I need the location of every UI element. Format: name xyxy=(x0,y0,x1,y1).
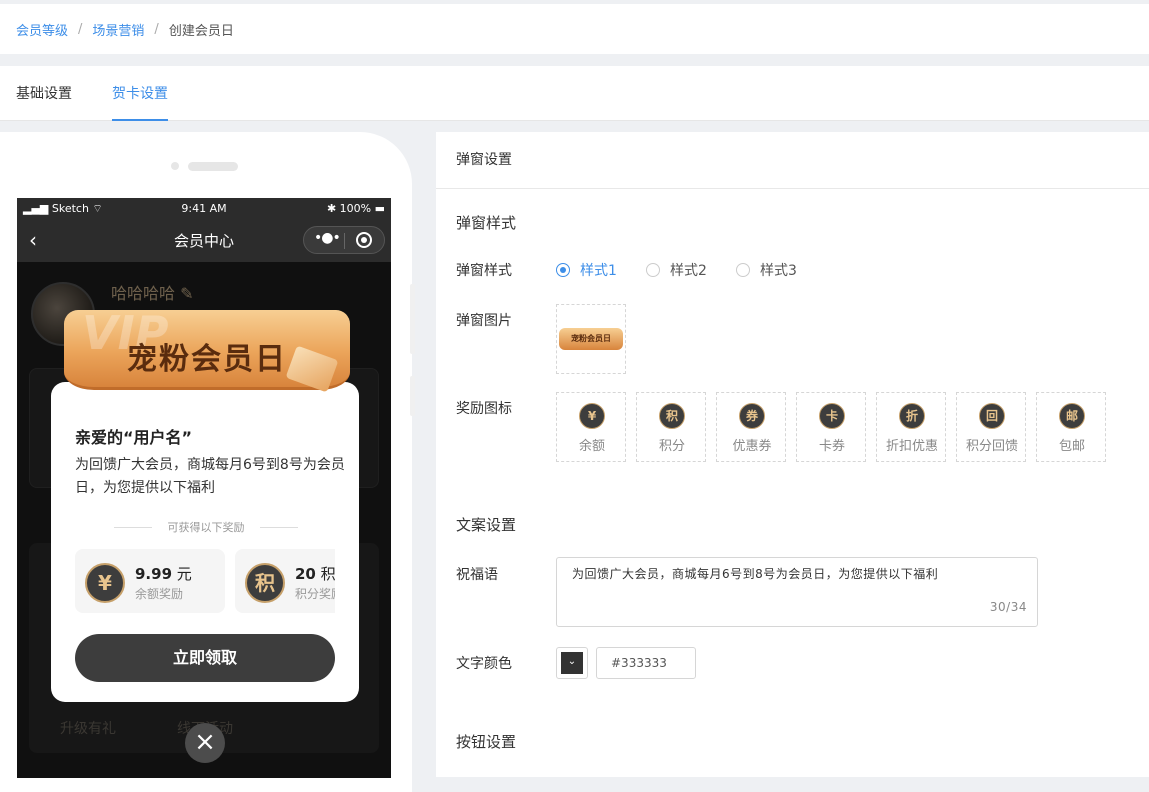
reward-card: 积 20 积分 积分奖励 xyxy=(235,549,335,613)
phone-side-button xyxy=(410,376,415,416)
icon-option-coupon[interactable]: 券 优惠券 xyxy=(716,392,786,462)
tab-bar: 基础设置 贺卡设置 xyxy=(0,66,1149,121)
reward-divider: 可获得以下奖励 xyxy=(114,519,298,535)
blessing-textarea[interactable]: 为回馈广大会员，商城每月6号到8号为会员日，为您提供以下福利 30/34 xyxy=(556,557,1038,627)
reward-value: 20 积分 xyxy=(295,565,335,583)
popup-image-upload[interactable]: 宠粉会员日 xyxy=(556,304,626,374)
radio-icon xyxy=(646,263,660,277)
char-counter: 30/34 xyxy=(989,600,1027,614)
icon-option-label: 积分 xyxy=(658,439,685,454)
popup-settings-panel: 弹窗设置 弹窗样式 弹窗样式 样式1 样式2 样式3 弹窗图片 宠粉会员日 奖励… xyxy=(436,132,1149,777)
reward-list[interactable]: ¥ 9.99 元 余额奖励 积 20 积分 积分奖励 xyxy=(75,549,335,613)
style-radio-3[interactable]: 样式3 xyxy=(736,260,797,280)
panel-title: 弹窗设置 xyxy=(436,132,1149,189)
color-hex-input[interactable]: #333333 xyxy=(596,647,696,679)
reward-desc: 余额奖励 xyxy=(135,587,184,601)
tab-basic-settings[interactable]: 基础设置 xyxy=(16,66,72,121)
section-popup-style: 弹窗样式 xyxy=(456,214,517,232)
points-reward-icon: 回 xyxy=(979,403,1005,429)
icon-option-label: 积分回馈 xyxy=(965,439,1018,454)
discount-icon: 折 xyxy=(899,403,925,429)
popup-image-thumbnail: 宠粉会员日 xyxy=(559,328,623,350)
style-radio-1[interactable]: 样式1 xyxy=(556,260,617,280)
icon-option-label: 优惠券 xyxy=(732,439,772,454)
icon-option-free-shipping[interactable]: 邮 包邮 xyxy=(1036,392,1106,462)
icon-option-points-reward[interactable]: 回 积分回馈 xyxy=(956,392,1026,462)
status-battery: ✱ 100% ▬ xyxy=(326,202,385,215)
tab-card-settings[interactable]: 贺卡设置 xyxy=(112,66,168,121)
phone-camera xyxy=(171,162,179,170)
icon-option-balance[interactable]: ¥ 余额 xyxy=(556,392,626,462)
points-icon: 积 xyxy=(245,563,285,603)
balance-bag-icon: ¥ xyxy=(85,563,125,603)
style-label: 弹窗样式 xyxy=(456,263,512,279)
popup-message: 为回馈广大会员，商城每月6号到8号为会员日，为您提供以下福利 xyxy=(75,457,345,496)
close-icon[interactable]: × xyxy=(185,723,225,763)
points-icon: 积 xyxy=(659,403,685,429)
text-color-label: 文字颜色 xyxy=(456,656,512,672)
icon-option-label: 包邮 xyxy=(1058,439,1085,454)
style-radio-2[interactable]: 样式2 xyxy=(646,260,707,280)
capsule-divider xyxy=(344,233,345,249)
radio-checked-icon xyxy=(556,263,570,277)
icon-option-label: 折扣优惠 xyxy=(885,439,938,454)
balance-bag-icon: ¥ xyxy=(579,403,605,429)
coupon-icon: 券 xyxy=(739,403,765,429)
phone-speaker xyxy=(188,162,238,171)
mini-program-navbar: ‹ 会员中心 •●• xyxy=(17,218,391,262)
blessing-text: 为回馈广大会员，商城每月6号到8号为会员日，为您提供以下福利 xyxy=(572,567,939,581)
chevron-down-icon: ⌄ xyxy=(561,652,583,674)
reward-card: ¥ 9.99 元 余额奖励 xyxy=(75,549,225,613)
section-button-settings: 按钮设置 xyxy=(456,733,517,751)
reward-desc: 积分奖励 xyxy=(295,587,335,601)
image-label: 弹窗图片 xyxy=(456,313,512,329)
color-picker[interactable]: ⌄ xyxy=(556,647,588,679)
radio-icon xyxy=(736,263,750,277)
close-target-icon[interactable] xyxy=(356,232,372,248)
icon-option-card[interactable]: 卡 卡券 xyxy=(796,392,866,462)
breadcrumb-current: 创建会员日 xyxy=(168,23,234,39)
banner-background: VIP 宠粉会员日 xyxy=(64,306,350,393)
popup-banner: VIP 宠粉会员日 xyxy=(60,306,358,398)
more-dots-icon[interactable]: •●• xyxy=(314,230,341,246)
status-bar: ▂▄▆ Sketch ⌔ 9:41 AM ✱ 100% ▬ xyxy=(17,198,391,218)
breadcrumb-link-member-level[interactable]: 会员等级 xyxy=(16,20,68,39)
breadcrumb: 会员等级 / 场景营销 / 创建会员日 xyxy=(0,4,1149,54)
free-shipping-icon: 邮 xyxy=(1059,403,1085,429)
reward-icon-label: 奖励图标 xyxy=(456,401,512,417)
section-copy-settings: 文案设置 xyxy=(456,516,517,534)
breadcrumb-separator: / xyxy=(78,21,83,37)
popup-greeting: 亲爱的“用户名” xyxy=(75,428,193,447)
breadcrumb-separator: / xyxy=(154,21,159,37)
blessing-label: 祝福语 xyxy=(456,567,498,583)
phone-side-button xyxy=(410,284,415,354)
icon-option-label: 余额 xyxy=(578,439,605,454)
icon-option-points[interactable]: 积 积分 xyxy=(636,392,706,462)
icon-option-label: 卡券 xyxy=(818,439,845,454)
capsule-menu[interactable]: •●• xyxy=(303,226,385,254)
claim-button[interactable]: 立即领取 xyxy=(75,634,335,682)
icon-option-discount[interactable]: 折 折扣优惠 xyxy=(876,392,946,462)
card-ticket-icon: 卡 xyxy=(819,403,845,429)
reward-value: 9.99 元 xyxy=(135,565,192,583)
breadcrumb-link-scene-marketing[interactable]: 场景营销 xyxy=(92,20,144,39)
